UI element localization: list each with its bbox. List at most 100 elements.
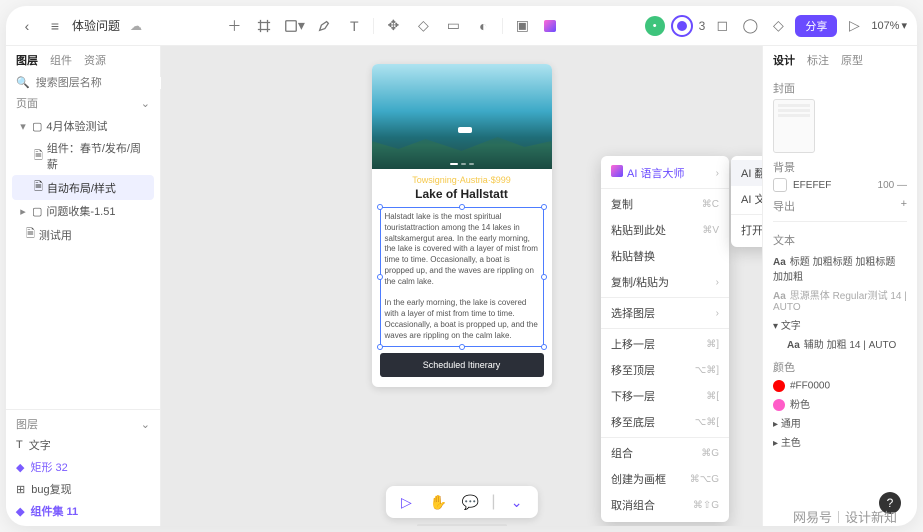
tab-prototype[interactable]: 原型 — [841, 52, 863, 68]
play-icon[interactable]: ▷ — [843, 15, 865, 37]
scrollbar[interactable] — [417, 524, 507, 526]
bookmark-icon[interactable]: ◻ — [711, 15, 733, 37]
tree-leaf[interactable]: 🗎 组件：春节/发布/周薪 — [12, 137, 154, 175]
menu-icon[interactable]: ≡ — [44, 15, 66, 37]
share-button[interactable]: 分享 — [795, 15, 837, 37]
mask-icon[interactable]: ◐ — [472, 15, 494, 37]
ctx-paste-here[interactable]: 粘贴到此处⌘V — [601, 217, 729, 243]
slice-icon[interactable]: ▭ — [442, 15, 464, 37]
ai-submenu: AI 翻译 AI 文本美化 打开 AI 助手 — [731, 156, 762, 247]
sub-beautify[interactable]: AI 文本美化 — [731, 186, 762, 212]
chevron-down-icon[interactable]: ⌄ — [506, 491, 528, 513]
ctx-paste-replace[interactable]: 粘贴替换 — [601, 243, 729, 269]
bg-row[interactable]: EFEFEF 100 — — [773, 178, 907, 192]
comment-tool-icon[interactable]: 💬 — [459, 491, 481, 513]
main: 图层 组件 资源 🔍 ⤢ 页面⌄ ▾▢ 4月体验测试 🗎 组件：春节/发布/周薪… — [6, 46, 917, 526]
outline-title: 图层 — [16, 416, 38, 432]
tab-assets[interactable]: 资源 — [84, 52, 106, 68]
ctx-move-bottom[interactable]: 移至底层⌥⌘[ — [601, 409, 729, 435]
text-icon[interactable]: T — [343, 15, 365, 37]
component-icon[interactable]: ◇ — [412, 15, 434, 37]
cta-button[interactable]: Scheduled Itinerary — [380, 353, 544, 377]
shape-icon[interactable]: ▾ — [283, 15, 305, 37]
tab-components[interactable]: 组件 — [50, 52, 72, 68]
layer-rect[interactable]: ◆矩形 32 — [14, 456, 152, 478]
layer-text[interactable]: T文字 — [14, 434, 152, 456]
move-icon[interactable]: ✥ — [382, 15, 404, 37]
tab-design[interactable]: 设计 — [773, 52, 795, 68]
cloud-sync-icon[interactable]: ☁ — [130, 19, 142, 33]
outline-toggle-icon[interactable]: ⌄ — [141, 418, 150, 431]
search-input[interactable] — [36, 77, 178, 89]
visibility-icon[interactable] — [773, 178, 787, 192]
collab-count: 3 — [699, 19, 706, 33]
tool-strip: ＋ ▾ T ✥ ◇ ▭ ◐ ▣ — [148, 15, 639, 37]
ctx-copy-paste-as[interactable]: 复制/粘贴为› — [601, 269, 729, 295]
ctx-group[interactable]: 组合⌘G — [601, 440, 729, 466]
text-styles-label: 文本 — [773, 232, 907, 248]
cover-label: 封面 — [773, 80, 907, 96]
pager-dots — [450, 163, 474, 165]
left-panel: 图层 组件 资源 🔍 ⤢ 页面⌄ ▾▢ 4月体验测试 🗎 组件：春节/发布/周薪… — [6, 46, 161, 526]
page-tree: ▾▢ 4月体验测试 🗎 组件：春节/发布/周薪 🗎 自动布局/样式 ▸▢ 问题收… — [6, 115, 160, 247]
colors-label: 颜色 — [773, 359, 907, 375]
selected-textbox[interactable]: Halstadt lake is the most spiritual tour… — [380, 207, 544, 347]
hero-image — [372, 64, 552, 169]
font-row[interactable]: Aa思源黑体 Regular测试 14 | AUTO — [773, 285, 907, 315]
sub-open-assist[interactable]: 打开 AI 助手 — [731, 217, 762, 243]
ai-icon[interactable] — [541, 15, 563, 37]
sub-translate[interactable]: AI 翻译 — [731, 160, 762, 186]
primary-row[interactable]: ▸ 主色 — [773, 432, 907, 451]
ctx-select-layer[interactable]: 选择图层› — [601, 300, 729, 326]
color-row[interactable]: 粉色 — [773, 394, 907, 413]
pen-icon[interactable] — [313, 15, 335, 37]
tab-inspect[interactable]: 标注 — [807, 52, 829, 68]
layer-outline: 图层 ⌄ T文字 ◆矩形 32 ⊞bug复现 ◆组件集 11 — [6, 409, 160, 526]
ctx-move-down[interactable]: 下移一层⌘[ — [601, 383, 729, 409]
tree-leaf-selected[interactable]: 🗎 自动布局/样式 — [12, 175, 154, 200]
color-row[interactable]: #FF0000 — [773, 378, 907, 394]
tree-node[interactable]: ▸▢ 问题收集-1.51 — [12, 200, 154, 222]
ctx-move-top[interactable]: 移至顶层⌥⌘] — [601, 357, 729, 383]
cover-thumb[interactable] — [773, 99, 815, 153]
history-icon[interactable]: ◯ — [739, 15, 761, 37]
general-row[interactable]: ▸ 通用 — [773, 413, 907, 432]
ctx-create-frame[interactable]: 创建为画框⌘⌥G — [601, 466, 729, 492]
tree-leaf[interactable]: 🗎 测试用 — [12, 222, 154, 247]
user-avatar[interactable] — [671, 15, 693, 37]
layer-bug[interactable]: ⊞bug复现 — [14, 478, 152, 500]
frame-icon[interactable] — [253, 15, 275, 37]
bottom-toolbar: ▷ ✋ 💬 | ⌄ — [385, 486, 537, 518]
tree-node[interactable]: ▾▢ 4月体验测试 — [12, 115, 154, 137]
bg-label: 背景 — [773, 159, 907, 175]
cursor-tool-icon[interactable]: ▷ — [395, 491, 417, 513]
search-row: 🔍 ⤢ — [6, 74, 160, 91]
layer-componentset[interactable]: ◆组件集 11 — [14, 500, 152, 522]
app-frame: ‹ ≡ 体验问题 ☁ ＋ ▾ T ✥ ◇ ▭ ◐ ▣ • 3 ◻ ◯ ◇ 分享 … — [6, 6, 917, 526]
tab-layers[interactable]: 图层 — [16, 52, 38, 68]
hand-tool-icon[interactable]: ✋ — [427, 491, 449, 513]
plugin-icon[interactable]: ▣ — [511, 15, 533, 37]
pages-header[interactable]: 页面⌄ — [6, 91, 160, 115]
text-sub[interactable]: ▾ 文字 — [773, 315, 907, 334]
doc-title[interactable]: 体验问题 — [72, 17, 120, 34]
notify-icon[interactable]: ◇ — [767, 15, 789, 37]
heading-text: Lake of Hallstatt — [372, 187, 552, 201]
ctx-move-up[interactable]: 上移一层⌘] — [601, 331, 729, 357]
font-row[interactable]: Aa辅助 加粗 14 | AUTO — [773, 334, 907, 353]
watermark: 网易号设计新知 — [793, 507, 897, 526]
ctx-ungroup[interactable]: 取消组合⌘⇧G — [601, 492, 729, 518]
device-artboard[interactable]: Towsigning·Austria·$999 Lake of Hallstat… — [372, 64, 552, 387]
topbar-right: • 3 ◻ ◯ ◇ 分享 ▷ 107% ▾ — [645, 15, 907, 37]
collab-avatar[interactable]: • — [645, 16, 665, 36]
font-row[interactable]: Aa标题 加粗标题 加粗标题 加加粗 — [773, 251, 907, 285]
zoom-select[interactable]: 107% ▾ — [871, 19, 907, 32]
right-panel: 设计 标注 原型 封面 背景 EFEFEF 100 — 导出+ 文本 Aa标题 … — [762, 46, 917, 526]
canvas[interactable]: Towsigning·Austria·$999 Lake of Hallstat… — [161, 46, 762, 526]
back-icon[interactable]: ‹ — [16, 15, 38, 37]
topbar: ‹ ≡ 体验问题 ☁ ＋ ▾ T ✥ ◇ ▭ ◐ ▣ • 3 ◻ ◯ ◇ 分享 … — [6, 6, 917, 46]
add-icon[interactable]: ＋ — [223, 15, 245, 37]
ctx-copy[interactable]: 复制⌘C — [601, 191, 729, 217]
ctx-ai[interactable]: AI 语言大师› — [601, 160, 729, 186]
export-label[interactable]: 导出+ — [773, 198, 907, 214]
